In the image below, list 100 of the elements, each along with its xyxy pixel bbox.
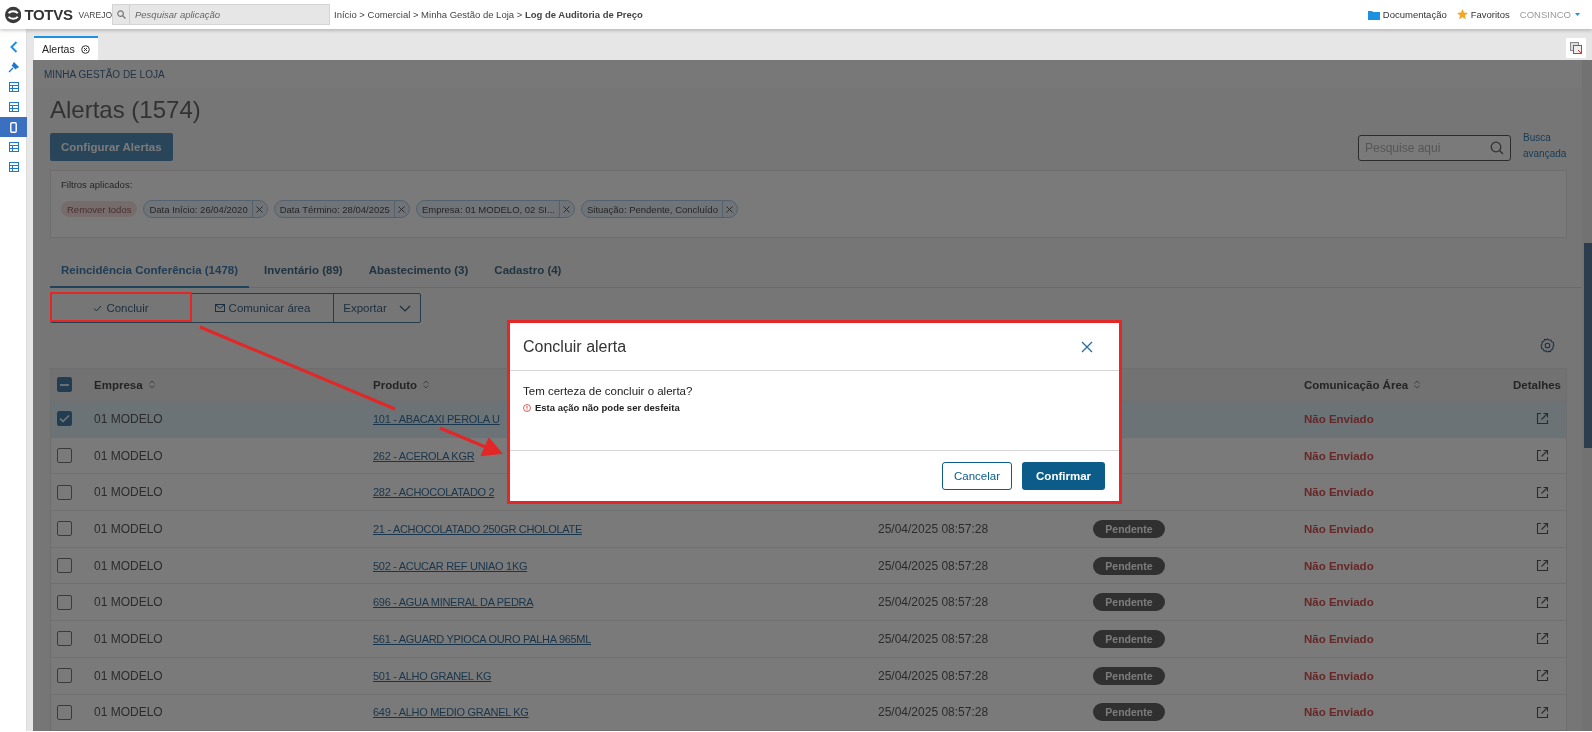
- close-button[interactable]: [1081, 340, 1093, 353]
- advanced-search-link[interactable]: Busca avançada: [1523, 130, 1567, 162]
- confirm-button[interactable]: Confirmar: [1022, 462, 1105, 490]
- chevron-down-icon: [398, 304, 411, 312]
- table-cell-text: 01 MODELO: [94, 411, 164, 426]
- status-badge: Pendente: [1093, 556, 1165, 575]
- product-link[interactable]: 21 - ACHOCOLATADO 250GR CHOLOLATE: [373, 522, 582, 535]
- table-cell-text: 01 MODELO: [94, 668, 164, 683]
- external-link-icon[interactable]: [1536, 669, 1549, 683]
- external-link-icon[interactable]: [1536, 412, 1549, 426]
- back-icon: [9, 41, 18, 53]
- column-header[interactable]: Comunicação Área: [1304, 378, 1421, 391]
- folder-icon: [1367, 9, 1380, 20]
- tab[interactable]: Reincidência Conferência (1478): [50, 254, 250, 288]
- checkbox[interactable]: [57, 521, 72, 537]
- search-icon: [1490, 141, 1504, 155]
- table-cell-text: Não Enviado: [1304, 669, 1375, 682]
- table-cell-text: 25/04/2025 08:57:28: [878, 595, 990, 610]
- logo-subtext: VAREJO: [78, 9, 112, 20]
- product-link[interactable]: 262 - ACEROLA KGR: [373, 449, 475, 462]
- close-icon: [398, 205, 406, 213]
- tab[interactable]: Inventário (89): [253, 254, 354, 288]
- checkbox[interactable]: [57, 631, 72, 647]
- phone-icon: [10, 121, 17, 133]
- logo-text: TOTVS: [24, 6, 73, 23]
- breadcrumb: Início > Comercial > Minha Gestão de Loja > Log de Auditoria de Preço: [334, 9, 643, 20]
- filter-chip[interactable]: Data Início: 26/04/2020: [143, 200, 268, 218]
- tab[interactable]: Abastecimento (3): [357, 254, 480, 288]
- table-cell-text: Não Enviado: [1304, 559, 1375, 572]
- clear-filters-button[interactable]: Remover todos: [61, 201, 138, 217]
- table-icon: [8, 102, 19, 112]
- external-link-icon[interactable]: [1536, 559, 1549, 573]
- product-link[interactable]: 501 - ALHO GRANEL KG: [373, 669, 492, 682]
- status-badge: Pendente: [1093, 703, 1165, 722]
- scrollbar-thumb[interactable]: [1584, 243, 1592, 448]
- table-icon: [8, 162, 19, 172]
- caret-icon: [1575, 13, 1580, 16]
- external-link-icon[interactable]: [1536, 705, 1549, 719]
- product-link[interactable]: 649 - ALHO MEDIO GRANEL KG: [373, 706, 529, 719]
- table-cell-text: Não Enviado: [1304, 522, 1375, 535]
- product-link[interactable]: 282 - ACHOCOLATADO 2: [373, 486, 495, 499]
- status-badge: Pendente: [1093, 519, 1165, 538]
- window-icon[interactable]: [1570, 42, 1582, 54]
- configure-button[interactable]: Configurar Alertas: [50, 133, 173, 161]
- user-menu[interactable]: CONSINCO: [1519, 9, 1580, 20]
- table-cell-text: Não Enviado: [1304, 449, 1375, 462]
- table-cell-text: 01 MODELO: [94, 631, 164, 646]
- mail-icon: [214, 304, 225, 312]
- checkbox[interactable]: [57, 377, 72, 392]
- status-badge: Pendente: [1093, 629, 1165, 648]
- tab[interactable]: Alertas: [34, 36, 98, 60]
- export-button[interactable]: Exportar: [334, 294, 420, 322]
- table-cell-text: 01 MODELO: [94, 595, 164, 610]
- table-cell-text: 01 MODELO: [94, 485, 164, 500]
- warning-text: Esta ação não pode ser desfeita: [535, 402, 680, 413]
- column-header[interactable]: Empresa: [94, 378, 155, 391]
- product-link[interactable]: 502 - ACUCAR REF UNIAO 1KG: [373, 559, 528, 572]
- sidebar-button[interactable]: [0, 117, 27, 137]
- product-link[interactable]: 561 - AGUARD YPIOCA OURO PALHA 965ML: [373, 632, 592, 645]
- table-cell-text: 25/04/2025 08:57:28: [878, 631, 990, 646]
- filter-chip[interactable]: Data Término: 28/04/2025: [273, 200, 410, 218]
- header-link[interactable]: Favoritos: [1456, 9, 1510, 20]
- table-cell-text: Não Enviado: [1304, 596, 1375, 609]
- filter-chip[interactable]: Situação: Pendente, Concluído: [580, 200, 738, 218]
- external-link-icon[interactable]: [1536, 632, 1549, 646]
- external-link-icon[interactable]: [1536, 485, 1549, 499]
- checkbox[interactable]: [57, 594, 72, 610]
- external-link-icon[interactable]: [1536, 449, 1549, 463]
- pin-icon: [8, 61, 19, 73]
- product-link[interactable]: 101 - ABACAXI PEROLA U: [373, 412, 500, 425]
- table-cell-text: Não Enviado: [1304, 706, 1375, 719]
- checkbox[interactable]: [57, 448, 72, 464]
- table-cell-text: 01 MODELO: [94, 705, 164, 720]
- filter-chip[interactable]: Empresa: 01 MODELO, 02 SI...: [415, 200, 575, 218]
- cancel-button[interactable]: Cancelar: [942, 462, 1013, 490]
- checkbox[interactable]: [57, 484, 72, 500]
- table-cell-text: Não Enviado: [1304, 412, 1375, 425]
- checkbox[interactable]: [57, 411, 72, 427]
- table-cell-text: 25/04/2025 08:57:28: [878, 668, 990, 683]
- column-header[interactable]: Produto: [373, 378, 430, 391]
- check-icon: [93, 304, 103, 312]
- close-icon: [256, 205, 264, 213]
- tab[interactable]: Cadastro (4): [483, 254, 573, 288]
- header-link[interactable]: Documentação: [1367, 9, 1447, 20]
- checkbox[interactable]: [57, 668, 72, 684]
- table-cell-text: Não Enviado: [1304, 486, 1375, 499]
- external-link-icon[interactable]: [1536, 595, 1549, 609]
- notify-button[interactable]: Comunicar área: [192, 294, 334, 322]
- product-link[interactable]: 696 - AGUA MINERAL DA PEDRA: [373, 596, 534, 609]
- star-icon: [1456, 9, 1468, 20]
- dialog-title: Concluir alerta: [523, 337, 627, 356]
- close-icon[interactable]: [80, 44, 90, 54]
- settings-icon[interactable]: [1540, 338, 1555, 353]
- checkbox[interactable]: [57, 558, 72, 574]
- table-cell-text: 25/04/2025 08:57:28: [878, 521, 990, 536]
- check-icon: [59, 414, 70, 424]
- status-badge: Pendente: [1093, 593, 1165, 612]
- complete-button[interactable]: Concluir: [51, 294, 192, 322]
- checkbox[interactable]: [57, 704, 72, 720]
- external-link-icon[interactable]: [1536, 522, 1549, 536]
